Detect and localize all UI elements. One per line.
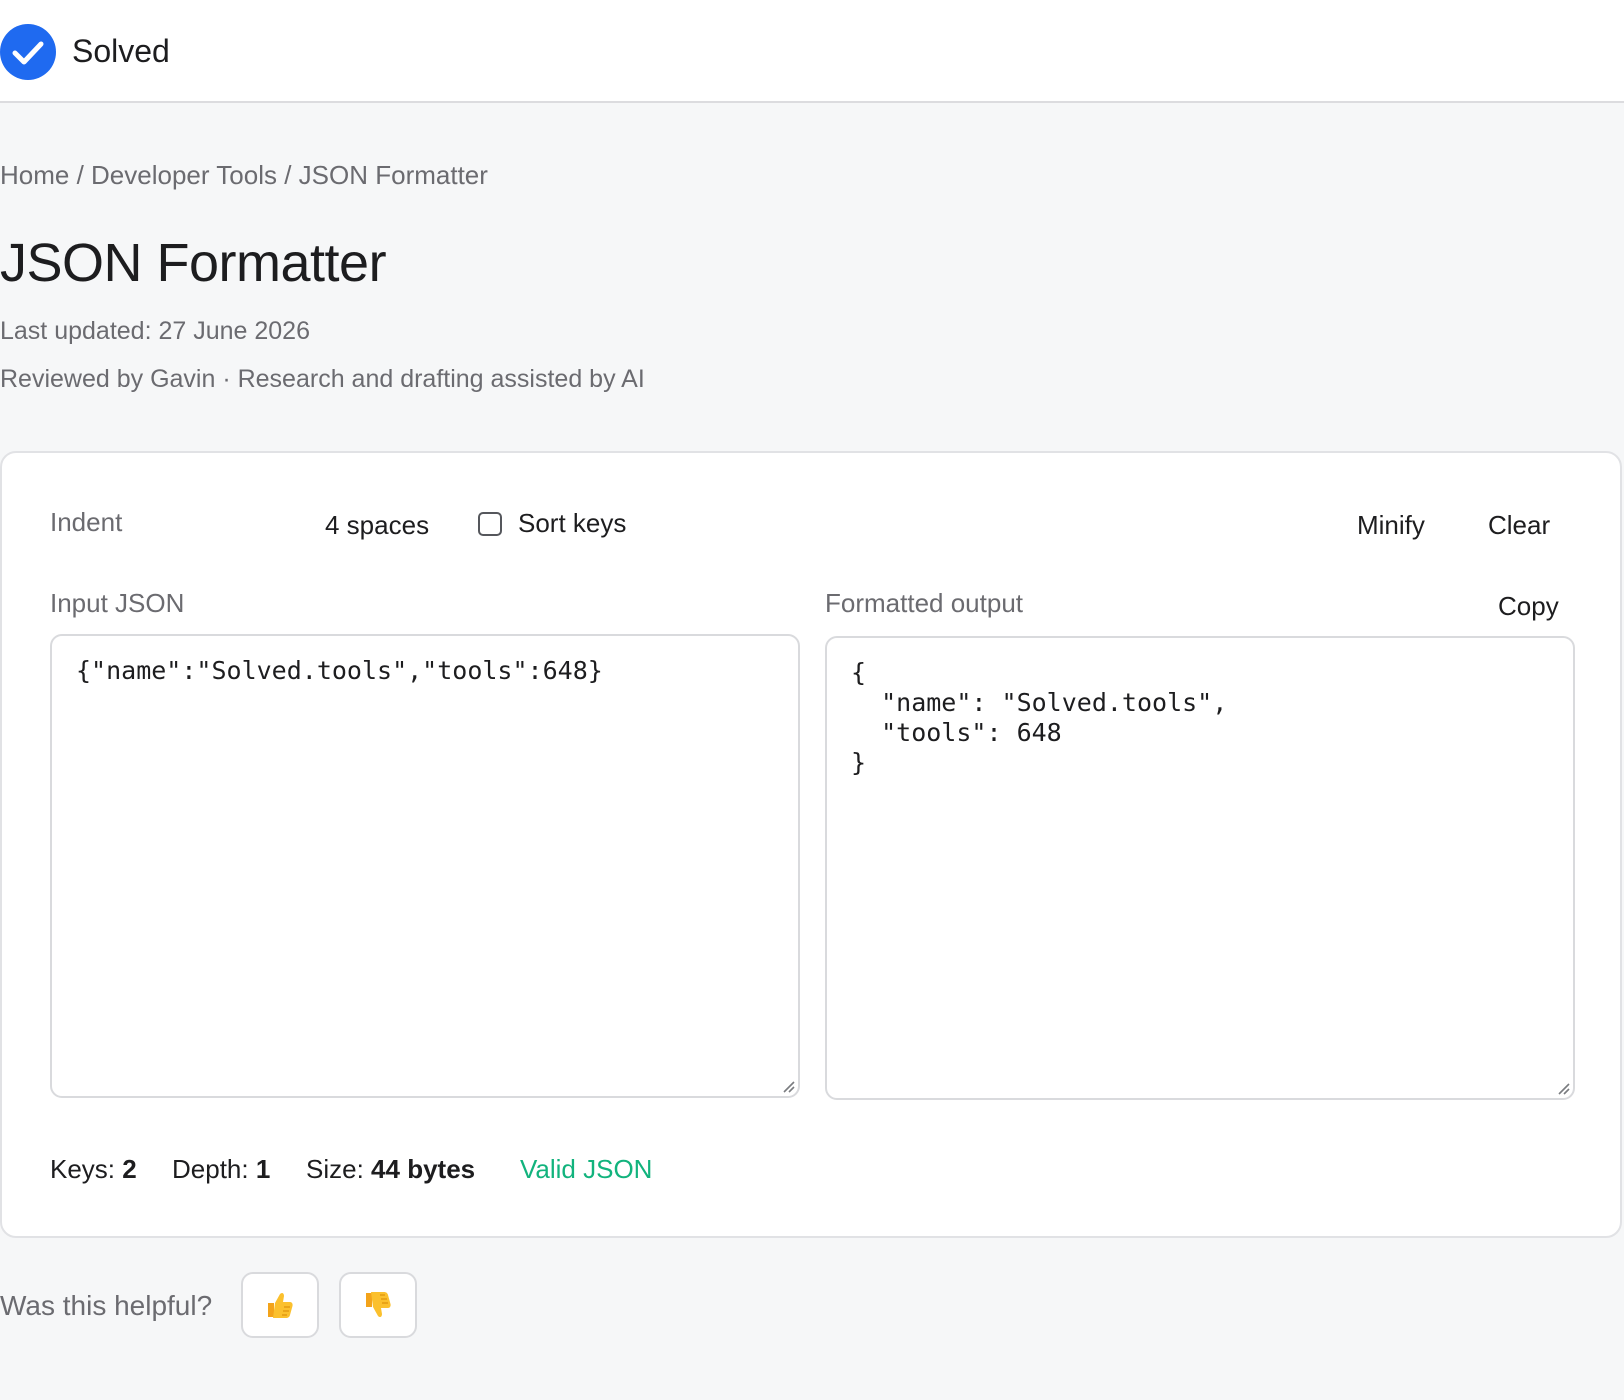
indent-label: Indent <box>50 507 123 537</box>
breadcrumb-developer-tools[interactable]: Developer Tools <box>91 160 277 190</box>
helpful-question: Was this helpful? <box>0 1290 213 1321</box>
input-json-textarea[interactable]: {"name":"Solved.tools","tools":648} <box>50 634 800 1098</box>
depth-stat: Depth: 1 <box>172 1152 270 1186</box>
clear-button[interactable]: Clear <box>1488 508 1550 542</box>
brand-name[interactable]: Solved <box>72 31 170 71</box>
formatted-output-textarea[interactable]: { "name": "Solved.tools", "tools": 648 } <box>825 636 1575 1100</box>
check-circle-icon[interactable] <box>0 24 56 80</box>
validation-status: Valid JSON <box>520 1154 653 1184</box>
depth-value: 1 <box>255 1154 271 1184</box>
keys-label: Keys: <box>50 1154 116 1184</box>
thumbs-up-icon <box>268 1292 293 1318</box>
thumbs-down-button[interactable] <box>339 1272 417 1338</box>
depth-label: Depth: <box>172 1154 249 1184</box>
copy-button[interactable]: Copy <box>1498 589 1559 623</box>
top-navigation-bar: Solved <box>0 0 1624 103</box>
thumbs-up-button[interactable] <box>241 1272 319 1338</box>
formatted-output-label: Formatted output <box>825 588 1023 618</box>
breadcrumb: Home / Developer Tools / JSON Formatter <box>0 158 488 192</box>
minify-button[interactable]: Minify <box>1357 508 1425 542</box>
size-value: 44 bytes <box>371 1154 476 1184</box>
reviewed-by: Reviewed by Gavin · Research and draftin… <box>0 365 645 393</box>
keys-value: 2 <box>122 1154 137 1184</box>
breadcrumb-separator: / <box>277 160 299 190</box>
input-json-value: {"name":"Solved.tools","tools":648} <box>76 656 603 685</box>
last-updated: Last updated: 27 June 2026 <box>0 317 310 345</box>
formatted-output-value: { "name": "Solved.tools", "tools": 648 } <box>851 658 1228 777</box>
resize-handle-icon[interactable] <box>1555 1080 1571 1096</box>
input-json-label: Input JSON <box>50 588 185 618</box>
breadcrumb-current: JSON Formatter <box>298 160 488 190</box>
page-title: JSON Formatter <box>0 233 387 293</box>
sort-keys-label[interactable]: Sort keys <box>518 506 626 540</box>
size-stat: Size: 44 bytes <box>306 1152 475 1186</box>
sort-keys-checkbox[interactable] <box>478 512 502 536</box>
keys-stat: Keys: 2 <box>50 1152 137 1186</box>
breadcrumb-separator: / <box>69 160 92 190</box>
breadcrumb-home[interactable]: Home <box>0 160 69 190</box>
size-label: Size: <box>306 1154 364 1184</box>
indent-select[interactable]: 4 spaces <box>325 508 429 542</box>
thumbs-down-icon <box>366 1292 391 1318</box>
resize-handle-icon[interactable] <box>780 1078 796 1094</box>
